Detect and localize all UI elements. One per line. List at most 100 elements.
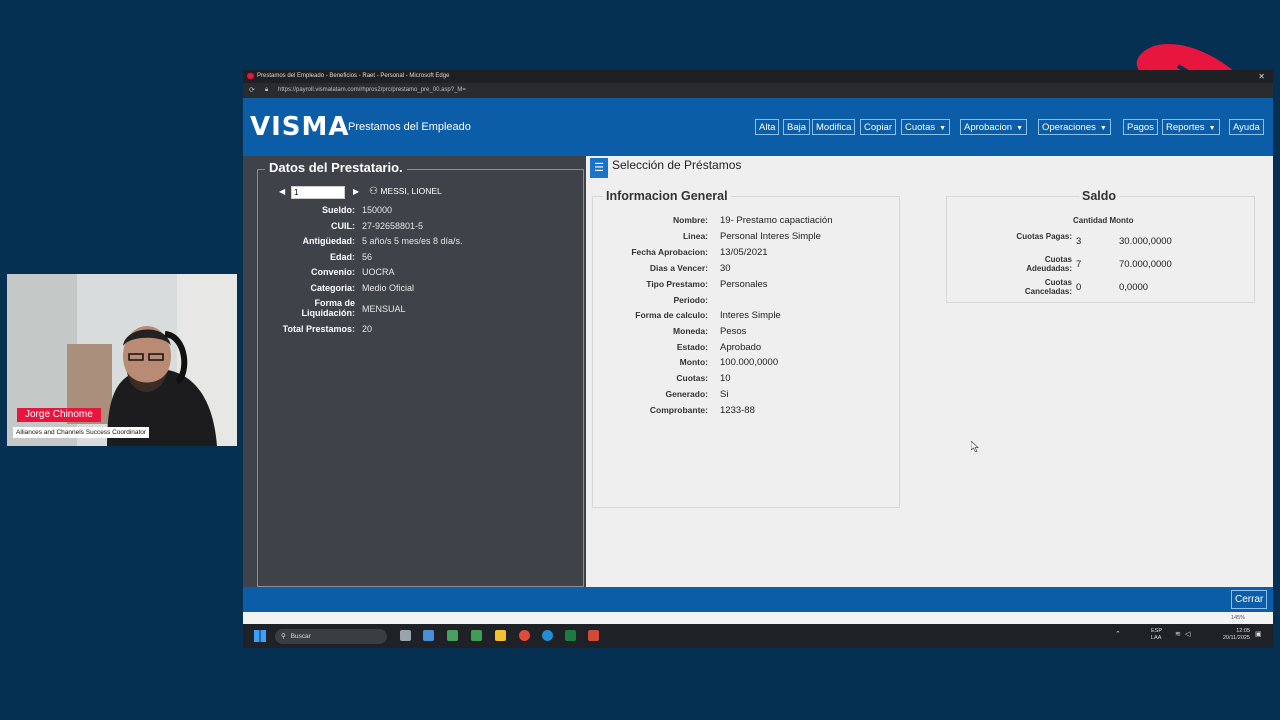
antiguedad-value: 5 año/s 5 mes/es 8 día/s. (362, 236, 463, 246)
windows-taskbar: ⚲ Buscar ⌃ ESP LAA ≋ ◁ 12:05 20/11/2025 … (243, 624, 1273, 648)
antiguedad-label: Antigüedad: (302, 236, 356, 246)
tipo-prestamo-label: Tipo Prestamo: (646, 279, 708, 289)
browser-window: Prestamos del Empleado - Beneficios - Ra… (243, 70, 1273, 648)
fecha-aprobacion-label: Fecha Aprobacion: (631, 247, 708, 257)
forma-liquidacion-value: MENSUAL (362, 304, 406, 314)
monto-header: Monto (1109, 216, 1134, 225)
nombre-label: Nombre: (673, 215, 708, 225)
file-explorer-icon[interactable] (495, 630, 506, 641)
convenio-label: Convenio: (311, 267, 355, 277)
estado-label: Estado: (676, 342, 708, 352)
sueldo-value: 150000 (362, 205, 393, 215)
tipo-prestamo-value: Personales (720, 279, 768, 290)
linea-label: Linea: (682, 231, 708, 241)
generado-value: Si (720, 389, 729, 400)
url-text[interactable]: https://payroll.vismalatam.com/rhpros2/p… (278, 83, 466, 98)
widgets-icon[interactable] (423, 630, 434, 641)
address-bar[interactable]: ⟳ 🔒︎ https://payroll.vismalatam.com/rhpr… (243, 83, 1273, 98)
aprobacion-label: Aprobacion (964, 122, 1013, 133)
chrome-icon[interactable] (519, 630, 530, 641)
modifica-button[interactable]: Modifica (812, 119, 856, 135)
volume-icon[interactable]: ◁ (1185, 630, 1190, 638)
taskbar-search[interactable]: ⚲ Buscar (275, 629, 387, 644)
baja-button[interactable]: Baja (783, 119, 811, 135)
edge-favicon-icon (247, 73, 254, 79)
presenter-role-tag: Alliances and Channels Success Coordinat… (13, 427, 150, 438)
cuotas-adeudadas-label: Cuotas Adeudadas: (1026, 255, 1072, 273)
edad-value: 56 (362, 252, 373, 262)
copiar-button[interactable]: Copiar (860, 119, 896, 135)
edad-label: Edad: (329, 252, 355, 262)
reportes-dropdown[interactable]: Reportes ▼ (1162, 119, 1220, 135)
edge-icon[interactable] (542, 630, 553, 641)
reportes-label: Reportes (1166, 122, 1205, 133)
cerrar-button[interactable]: Cerrar (1231, 590, 1268, 609)
nombre-value: 19- Prestamo capactiación (720, 215, 833, 226)
cuil-label: CUIL: (331, 221, 355, 231)
comprobante-label: Comprobante: (649, 405, 708, 415)
wifi-icon[interactable]: ≋ (1175, 630, 1181, 638)
lang-code-2: LAA (1151, 635, 1162, 641)
employee-name-text: MESSI, LIONEL (380, 186, 442, 196)
operaciones-label: Operaciones (1042, 122, 1096, 133)
search-placeholder: Buscar (290, 633, 311, 640)
list-icon[interactable]: ☰ (590, 158, 608, 178)
info-general-title: Informacion General (603, 189, 731, 203)
cuotas-label: Cuotas (905, 122, 936, 133)
pagos-button[interactable]: Pagos (1123, 119, 1158, 135)
close-window-icon[interactable]: ✕ (1258, 70, 1265, 83)
alta-button[interactable]: Alta (755, 119, 780, 135)
estado-value: Aprobado (720, 342, 762, 353)
next-arrow-icon[interactable]: ▶ (353, 187, 359, 196)
aprobacion-dropdown[interactable]: Aprobacion ▼ (960, 119, 1027, 135)
cuotas-pagas-label: Cuotas Pagas: (1016, 232, 1072, 241)
modifica-label: Modifica (816, 122, 852, 133)
clock[interactable]: 12:05 20/11/2025 (1208, 628, 1250, 642)
chevron-down-icon: ▼ (939, 125, 947, 132)
excel-icon[interactable] (565, 630, 576, 641)
employee-number-input[interactable]: 1 (291, 186, 345, 199)
task-view-icon[interactable] (400, 630, 411, 641)
cuotas-canceladas-label: Cuotas Canceladas: (1024, 278, 1072, 296)
monto-label: Monto: (679, 357, 708, 367)
cuotas-adeudadas-monto: 70.000,0000 (1119, 259, 1172, 270)
fecha-aprobacion-value: 13/05/2021 (720, 247, 768, 258)
comprobante-value: 1233-88 (720, 405, 755, 416)
windows-start-icon[interactable] (254, 630, 266, 642)
chevron-down-icon: ▼ (1099, 125, 1107, 132)
window-title: Prestamos del Empleado - Beneficios - Ra… (257, 73, 450, 79)
lang-indicator[interactable]: ESP LAA (1151, 628, 1162, 642)
cuotas-value: 10 (720, 373, 731, 384)
cuotas-pagas-monto: 30.000,0000 (1119, 236, 1172, 247)
total-prestamos-label: Total Prestamos: (282, 324, 355, 334)
linea-value: Personal Interes Simple (720, 231, 821, 242)
teams-icon[interactable] (447, 630, 458, 641)
zoom-level[interactable]: 145% (1231, 612, 1245, 624)
chevron-up-icon[interactable]: ⌃ (1115, 630, 1121, 638)
cuotas-dropdown[interactable]: Cuotas ▼ (901, 119, 951, 135)
forma-calculo-value: Interes Simple (720, 310, 781, 321)
chevron-down-icon: ▼ (1208, 125, 1216, 132)
user-icon: ⚇ (369, 186, 378, 197)
cuotas-label: Cuotas: (676, 373, 708, 383)
employee-name[interactable]: ⚇ MESSI, LIONEL (369, 186, 442, 197)
total-prestamos-value: 20 (362, 324, 373, 334)
refresh-icon[interactable]: ⟳ (249, 83, 255, 98)
cuotas-pagas-cantidad: 3 (1076, 236, 1082, 247)
cuotas-canceladas-monto: 0,0000 (1119, 282, 1149, 293)
prev-arrow-icon[interactable]: ◀ (279, 187, 285, 196)
app-header: VISMA Prestamos del Empleado Alta Baja M… (243, 98, 1273, 156)
periodo-label: Periodo: (673, 295, 708, 305)
borrower-fieldset (257, 169, 584, 587)
app-icon[interactable] (471, 630, 482, 641)
saldo-header: Cantidad Monto (1073, 216, 1133, 225)
ayuda-label: Ayuda (1233, 122, 1260, 133)
cantidad-header: Cantidad (1073, 216, 1108, 225)
app-grid-icon[interactable] (588, 630, 599, 641)
clock-date: 20/11/2025 (1222, 635, 1250, 641)
cuotas-adeudadas-cantidad: 7 (1076, 259, 1082, 270)
ayuda-button[interactable]: Ayuda (1229, 119, 1264, 135)
operaciones-dropdown[interactable]: Operaciones ▼ (1038, 119, 1111, 135)
notification-icon[interactable]: ▣ (1255, 630, 1262, 638)
saldo-title: Saldo (1079, 189, 1120, 203)
